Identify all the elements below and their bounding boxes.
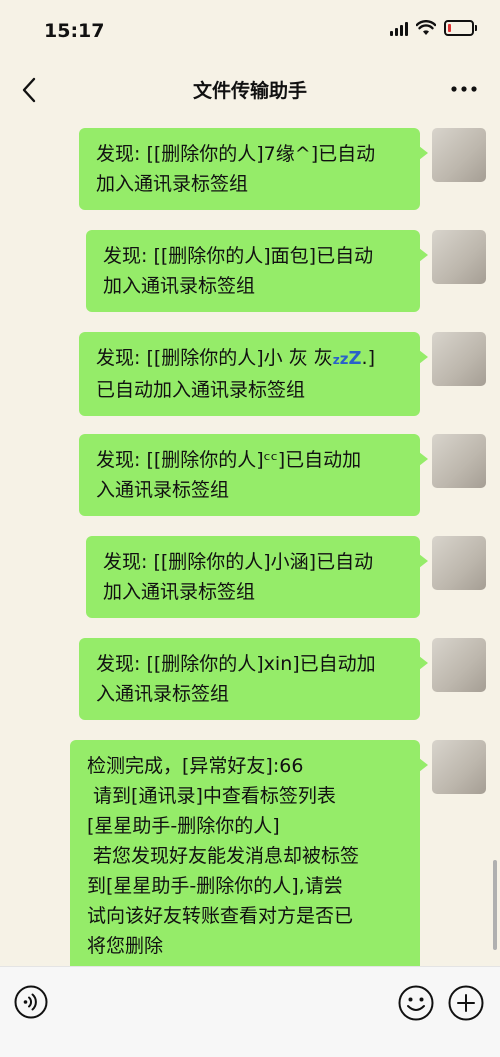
emoji-icon[interactable] (398, 985, 434, 1021)
scrollbar[interactable] (493, 860, 497, 950)
page-title: 文件传输助手 (192, 80, 307, 102)
plus-icon[interactable] (448, 985, 484, 1021)
message-row: 发现: [[删除你的人]小涵]已自动 加入通讯录标签组 (64, 536, 486, 618)
message-row: 检测完成，[异常好友]:66 请到[通讯录]中查看标签列表 [星星助手-删除你的… (64, 740, 486, 972)
avatar[interactable] (432, 128, 486, 182)
wifi-icon (416, 20, 436, 35)
message-bubble[interactable]: 发现: [[删除你的人]xin]已自动加 入通讯录标签组 (79, 638, 428, 720)
message-row: 发现: [[删除你的人]小 灰 灰zzZ.] 已自动加入通讯录标签组 (64, 332, 486, 416)
nav-bar: 文件传输助手 (0, 64, 500, 116)
avatar[interactable] (432, 740, 486, 794)
status-bar: 15:17 (0, 0, 500, 64)
status-time: 15:17 (44, 20, 105, 42)
message-row: 发现: [[删除你的人]ᶜᶜ]已自动加 入通讯录标签组 (64, 434, 486, 516)
battery-icon (444, 20, 477, 36)
status-icons (390, 20, 477, 36)
more-dots-icon[interactable] (450, 78, 478, 100)
avatar[interactable] (432, 230, 486, 284)
chat-list[interactable]: 发现: [[删除你的人]7缘^]已自动 加入通讯录标签组 发现: [[删除你的人… (0, 116, 500, 972)
avatar[interactable] (432, 434, 486, 488)
message-bubble[interactable]: 发现: [[删除你的人]小涵]已自动 加入通讯录标签组 (86, 536, 428, 618)
message-text: 发现: [[删除你的人]小 灰 灰 (96, 347, 333, 369)
voice-icon[interactable] (14, 985, 48, 1019)
message-bubble[interactable]: 检测完成，[异常好友]:66 请到[通讯录]中查看标签列表 [星星助手-删除你的… (70, 740, 428, 972)
message-bubble[interactable]: 发现: [[删除你的人]面包]已自动 加入通讯录标签组 (86, 230, 428, 312)
avatar[interactable] (432, 332, 486, 386)
message-bubble[interactable]: 发现: [[删除你的人]小 灰 灰zzZ.] 已自动加入通讯录标签组 (79, 332, 428, 416)
message-row: 发现: [[删除你的人]面包]已自动 加入通讯录标签组 (64, 230, 486, 312)
message-row: 发现: [[删除你的人]xin]已自动加 入通讯录标签组 (64, 638, 486, 720)
input-bar (0, 966, 500, 1057)
message-bubble[interactable]: 发现: [[删除你的人]ᶜᶜ]已自动加 入通讯录标签组 (79, 434, 428, 516)
signal-icon (390, 20, 408, 36)
avatar[interactable] (432, 638, 486, 692)
avatar[interactable] (432, 536, 486, 590)
message-bubble[interactable]: 发现: [[删除你的人]7缘^]已自动 加入通讯录标签组 (79, 128, 428, 210)
zzz-emoji: zzZ (332, 348, 362, 369)
message-row: 发现: [[删除你的人]7缘^]已自动 加入通讯录标签组 (64, 128, 486, 210)
